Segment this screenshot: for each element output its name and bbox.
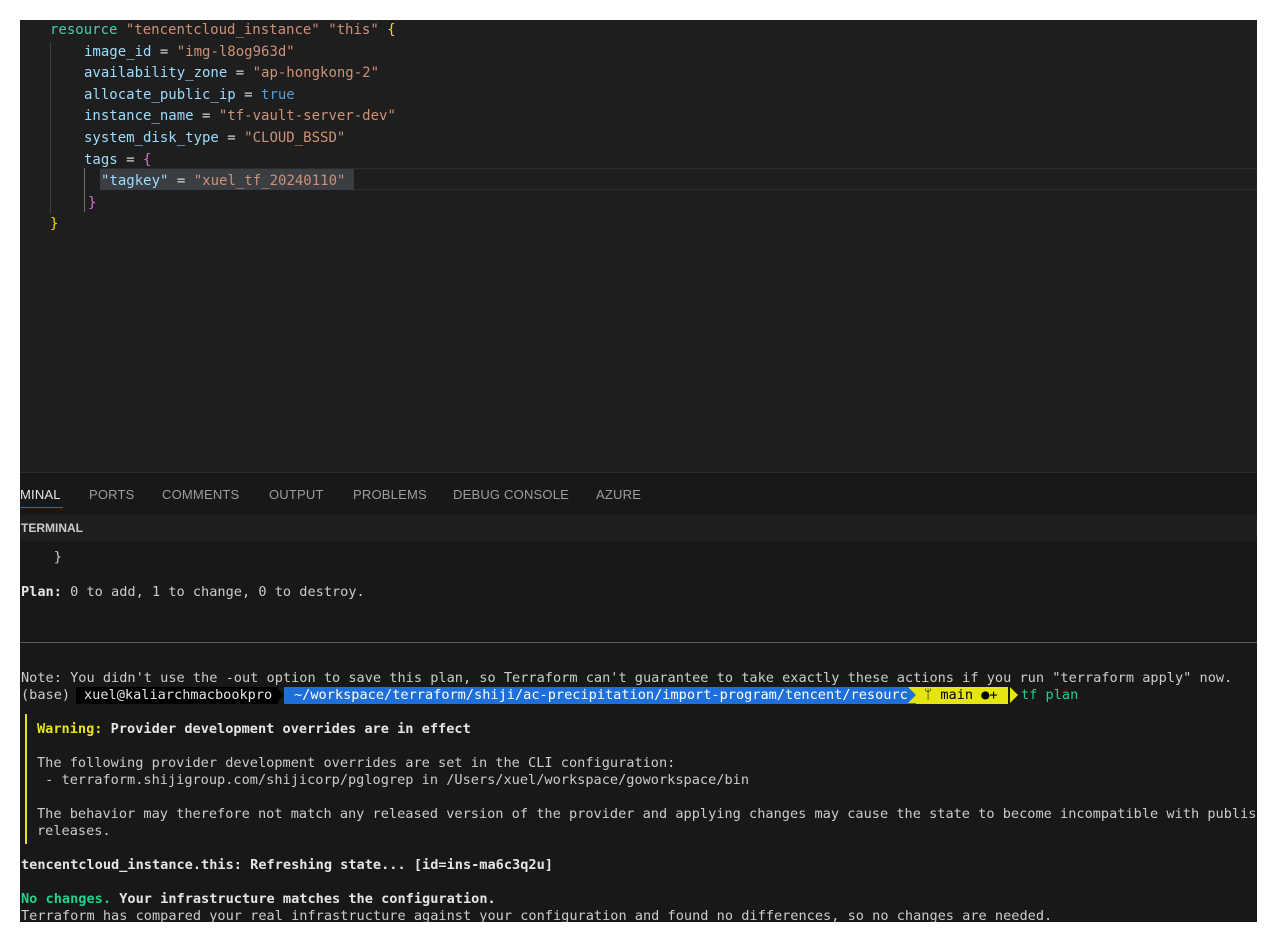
terminal-line: releases.: [37, 823, 111, 839]
code-line[interactable]: }: [50, 214, 58, 236]
prompt-user-host: xuel@kaliarchmacbookpro: [76, 687, 279, 704]
indent-guide: [50, 42, 51, 214]
active-tab-indicator: [20, 507, 63, 508]
terminal-line: No changes. Your infrastructure matches …: [21, 891, 496, 907]
tab-debug-console[interactable]: DEBUG CONSOLE: [453, 487, 569, 502]
terminal-line: Warning: Provider development overrides …: [37, 721, 471, 737]
tab-comments[interactable]: COMMENTS: [162, 487, 239, 502]
prompt-separator: [908, 687, 916, 703]
terminal-line: - terraform.shijigroup.com/shijicorp/pgl…: [37, 772, 750, 788]
code-line[interactable]: allocate_public_ip = true: [84, 85, 295, 107]
code-line[interactable]: image_id = "img-l8og963d": [84, 42, 295, 64]
code-line[interactable]: tags = {: [84, 150, 151, 172]
code-line[interactable]: system_disk_type = "CLOUD_BSSD": [84, 128, 345, 150]
tab-problems[interactable]: PROBLEMS: [353, 487, 427, 502]
code-line[interactable]: "tagkey" = "xuel_tf_20240110": [101, 171, 345, 193]
terminal-line: tencentcloud_instance.this: Refreshing s…: [21, 857, 553, 873]
code-line[interactable]: instance_name = "tf-vault-server-dev": [84, 106, 396, 128]
bottom-panel: MINAL PORTS COMMENTS OUTPUT PROBLEMS DEB…: [20, 472, 1257, 922]
terminal-line: }: [21, 549, 62, 565]
prompt-path: ~/workspace/terraform/shiji/ac-precipita…: [284, 687, 924, 704]
terminal-line: Plan: 0 to add, 1 to change, 0 to destro…: [21, 584, 365, 600]
prompt-command: tf plan: [1021, 687, 1079, 703]
terminal-line: Terraform has compared your real infrast…: [21, 908, 1053, 922]
terminal-line: The following provider development overr…: [37, 755, 676, 771]
code-line[interactable]: resource "tencentcloud_instance" "this" …: [50, 20, 396, 42]
terminal-line: The behavior may therefore not match any…: [37, 806, 1257, 822]
prompt-separator: [276, 687, 284, 703]
shell-prompt: (base) xuel@kaliarchmacbookpro ~/workspa…: [20, 687, 1257, 704]
tab-azure[interactable]: AZURE: [596, 487, 641, 502]
code-line[interactable]: availability_zone = "ap-hongkong-2": [84, 63, 379, 85]
tab-ports[interactable]: PORTS: [89, 487, 135, 502]
panel-tabbar: MINAL PORTS COMMENTS OUTPUT PROBLEMS DEB…: [20, 473, 1257, 513]
tab-terminal[interactable]: MINAL: [20, 487, 61, 502]
prompt-separator: [1010, 687, 1018, 703]
warning-bar: [25, 714, 27, 844]
terminal-output[interactable]: } Plan: 0 to add, 1 to change, 0 to dest…: [20, 541, 1257, 922]
code-line[interactable]: }: [88, 193, 96, 215]
vscode-window: resource "tencentcloud_instance" "this" …: [20, 20, 1257, 922]
indent-guide: [84, 168, 85, 212]
prompt-conda-env: (base): [21, 687, 71, 703]
prompt-git-branch: ᛘ main ●+: [916, 687, 1008, 704]
terminal-line: Note: You didn't use the -out option to …: [21, 670, 1233, 686]
code-editor[interactable]: resource "tencentcloud_instance" "this" …: [20, 20, 1257, 472]
terminal-divider: [20, 642, 1257, 643]
tab-output[interactable]: OUTPUT: [269, 487, 324, 502]
terminal-section-header: TERMINAL: [20, 515, 1257, 541]
